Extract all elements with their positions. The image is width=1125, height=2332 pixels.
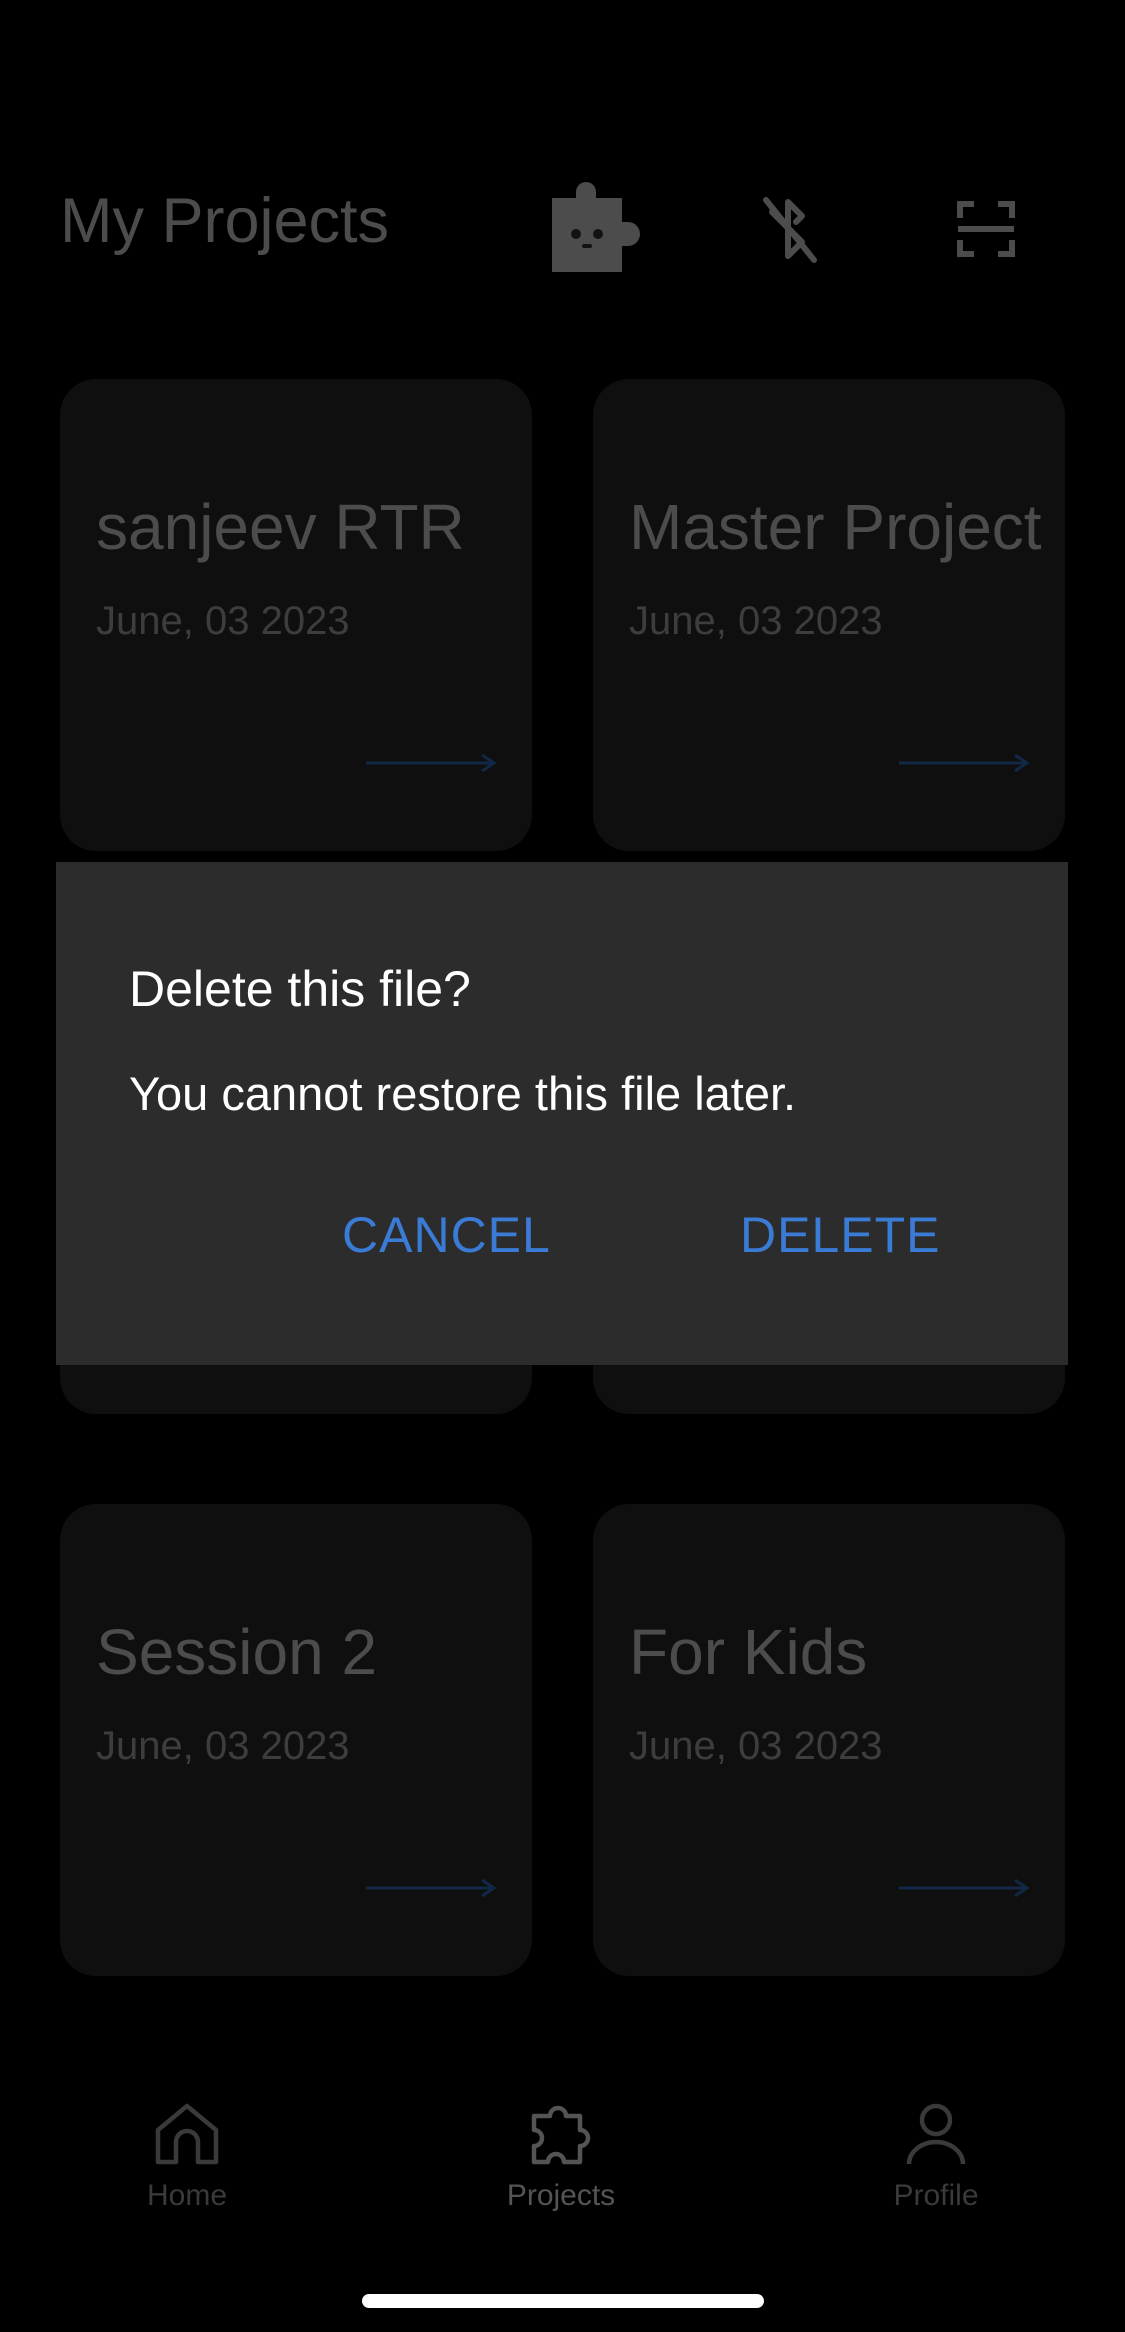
dialog-title: Delete this file? (129, 961, 471, 1017)
cancel-button[interactable]: CANCEL (342, 1210, 551, 1260)
home-indicator[interactable] (362, 2294, 764, 2308)
dialog-message: You cannot restore this file later. (129, 1067, 797, 1120)
delete-confirm-dialog: Delete this file? You cannot restore thi… (56, 862, 1068, 1365)
delete-button[interactable]: DELETE (740, 1210, 941, 1260)
